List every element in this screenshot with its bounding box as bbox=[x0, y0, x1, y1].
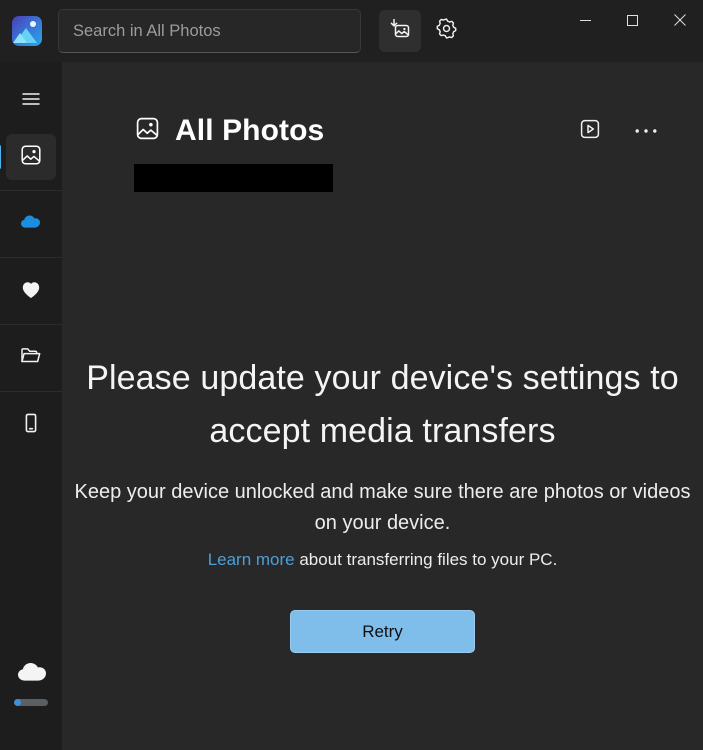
settings-gear-icon bbox=[435, 17, 458, 45]
empty-state: Please update your device's settings to … bbox=[62, 352, 703, 654]
empty-state-learn-more: Learn more about transferring files to y… bbox=[68, 550, 697, 570]
page-title: All Photos bbox=[175, 114, 325, 147]
redaction-bar bbox=[134, 164, 333, 192]
heart-icon bbox=[19, 277, 43, 306]
sync-progress-bar bbox=[14, 699, 48, 706]
maximize-button[interactable] bbox=[609, 0, 656, 40]
search-input[interactable] bbox=[73, 21, 346, 41]
close-button[interactable] bbox=[656, 0, 703, 40]
sidebar-item-favorites[interactable] bbox=[6, 268, 56, 314]
page-header: All Photos bbox=[62, 62, 703, 148]
sidebar-sync-status[interactable] bbox=[0, 660, 62, 706]
photos-app-logo-icon bbox=[12, 16, 42, 46]
sidebar-item-onedrive[interactable] bbox=[6, 201, 56, 247]
minimize-button[interactable] bbox=[562, 0, 609, 40]
folder-icon bbox=[19, 343, 44, 373]
sidebar-item-menu[interactable] bbox=[6, 78, 56, 124]
empty-state-subtitle: Keep your device unlocked and make sure … bbox=[74, 481, 691, 534]
sidebar-separator bbox=[0, 190, 62, 191]
photos-icon bbox=[19, 143, 43, 172]
more-options-icon bbox=[634, 122, 658, 140]
titlebar-actions bbox=[379, 10, 467, 52]
more-options-button[interactable] bbox=[629, 114, 663, 148]
page-header-actions bbox=[573, 114, 663, 148]
navigation-sidebar bbox=[0, 62, 62, 750]
settings-button[interactable] bbox=[425, 10, 467, 52]
mobile-device-icon bbox=[19, 411, 43, 440]
sidebar-item-all-photos[interactable] bbox=[0, 134, 56, 180]
sidebar-separator bbox=[0, 324, 62, 325]
import-photos-icon bbox=[388, 17, 412, 46]
logo-mountain-small bbox=[13, 33, 27, 43]
hamburger-menu-icon bbox=[20, 88, 42, 115]
learn-more-link[interactable]: Learn more bbox=[208, 550, 295, 569]
sidebar-item-phone[interactable] bbox=[6, 402, 56, 448]
photos-app-window: All Photos bbox=[0, 0, 703, 750]
search-box[interactable] bbox=[58, 9, 361, 53]
import-photos-button[interactable] bbox=[379, 10, 421, 52]
app-body: All Photos Please update your device's s… bbox=[0, 62, 703, 750]
learn-more-rest-text: about transferring files to your PC. bbox=[294, 550, 558, 570]
main-content: All Photos Please update your device's s… bbox=[62, 62, 703, 750]
cloud-sync-icon bbox=[16, 660, 46, 688]
empty-state-heading: Please update your device's settings to … bbox=[86, 359, 679, 450]
sidebar-item-folders[interactable] bbox=[6, 335, 56, 381]
window-controls bbox=[562, 0, 703, 40]
logo-sun bbox=[30, 21, 36, 27]
title-bar bbox=[0, 0, 703, 62]
sidebar-separator bbox=[0, 257, 62, 258]
cloud-icon bbox=[18, 209, 44, 240]
retry-button[interactable]: Retry bbox=[290, 610, 475, 654]
slideshow-button[interactable] bbox=[573, 114, 607, 148]
sidebar-separator bbox=[0, 391, 62, 392]
page-photos-icon bbox=[134, 115, 161, 147]
slideshow-play-icon bbox=[578, 117, 602, 146]
